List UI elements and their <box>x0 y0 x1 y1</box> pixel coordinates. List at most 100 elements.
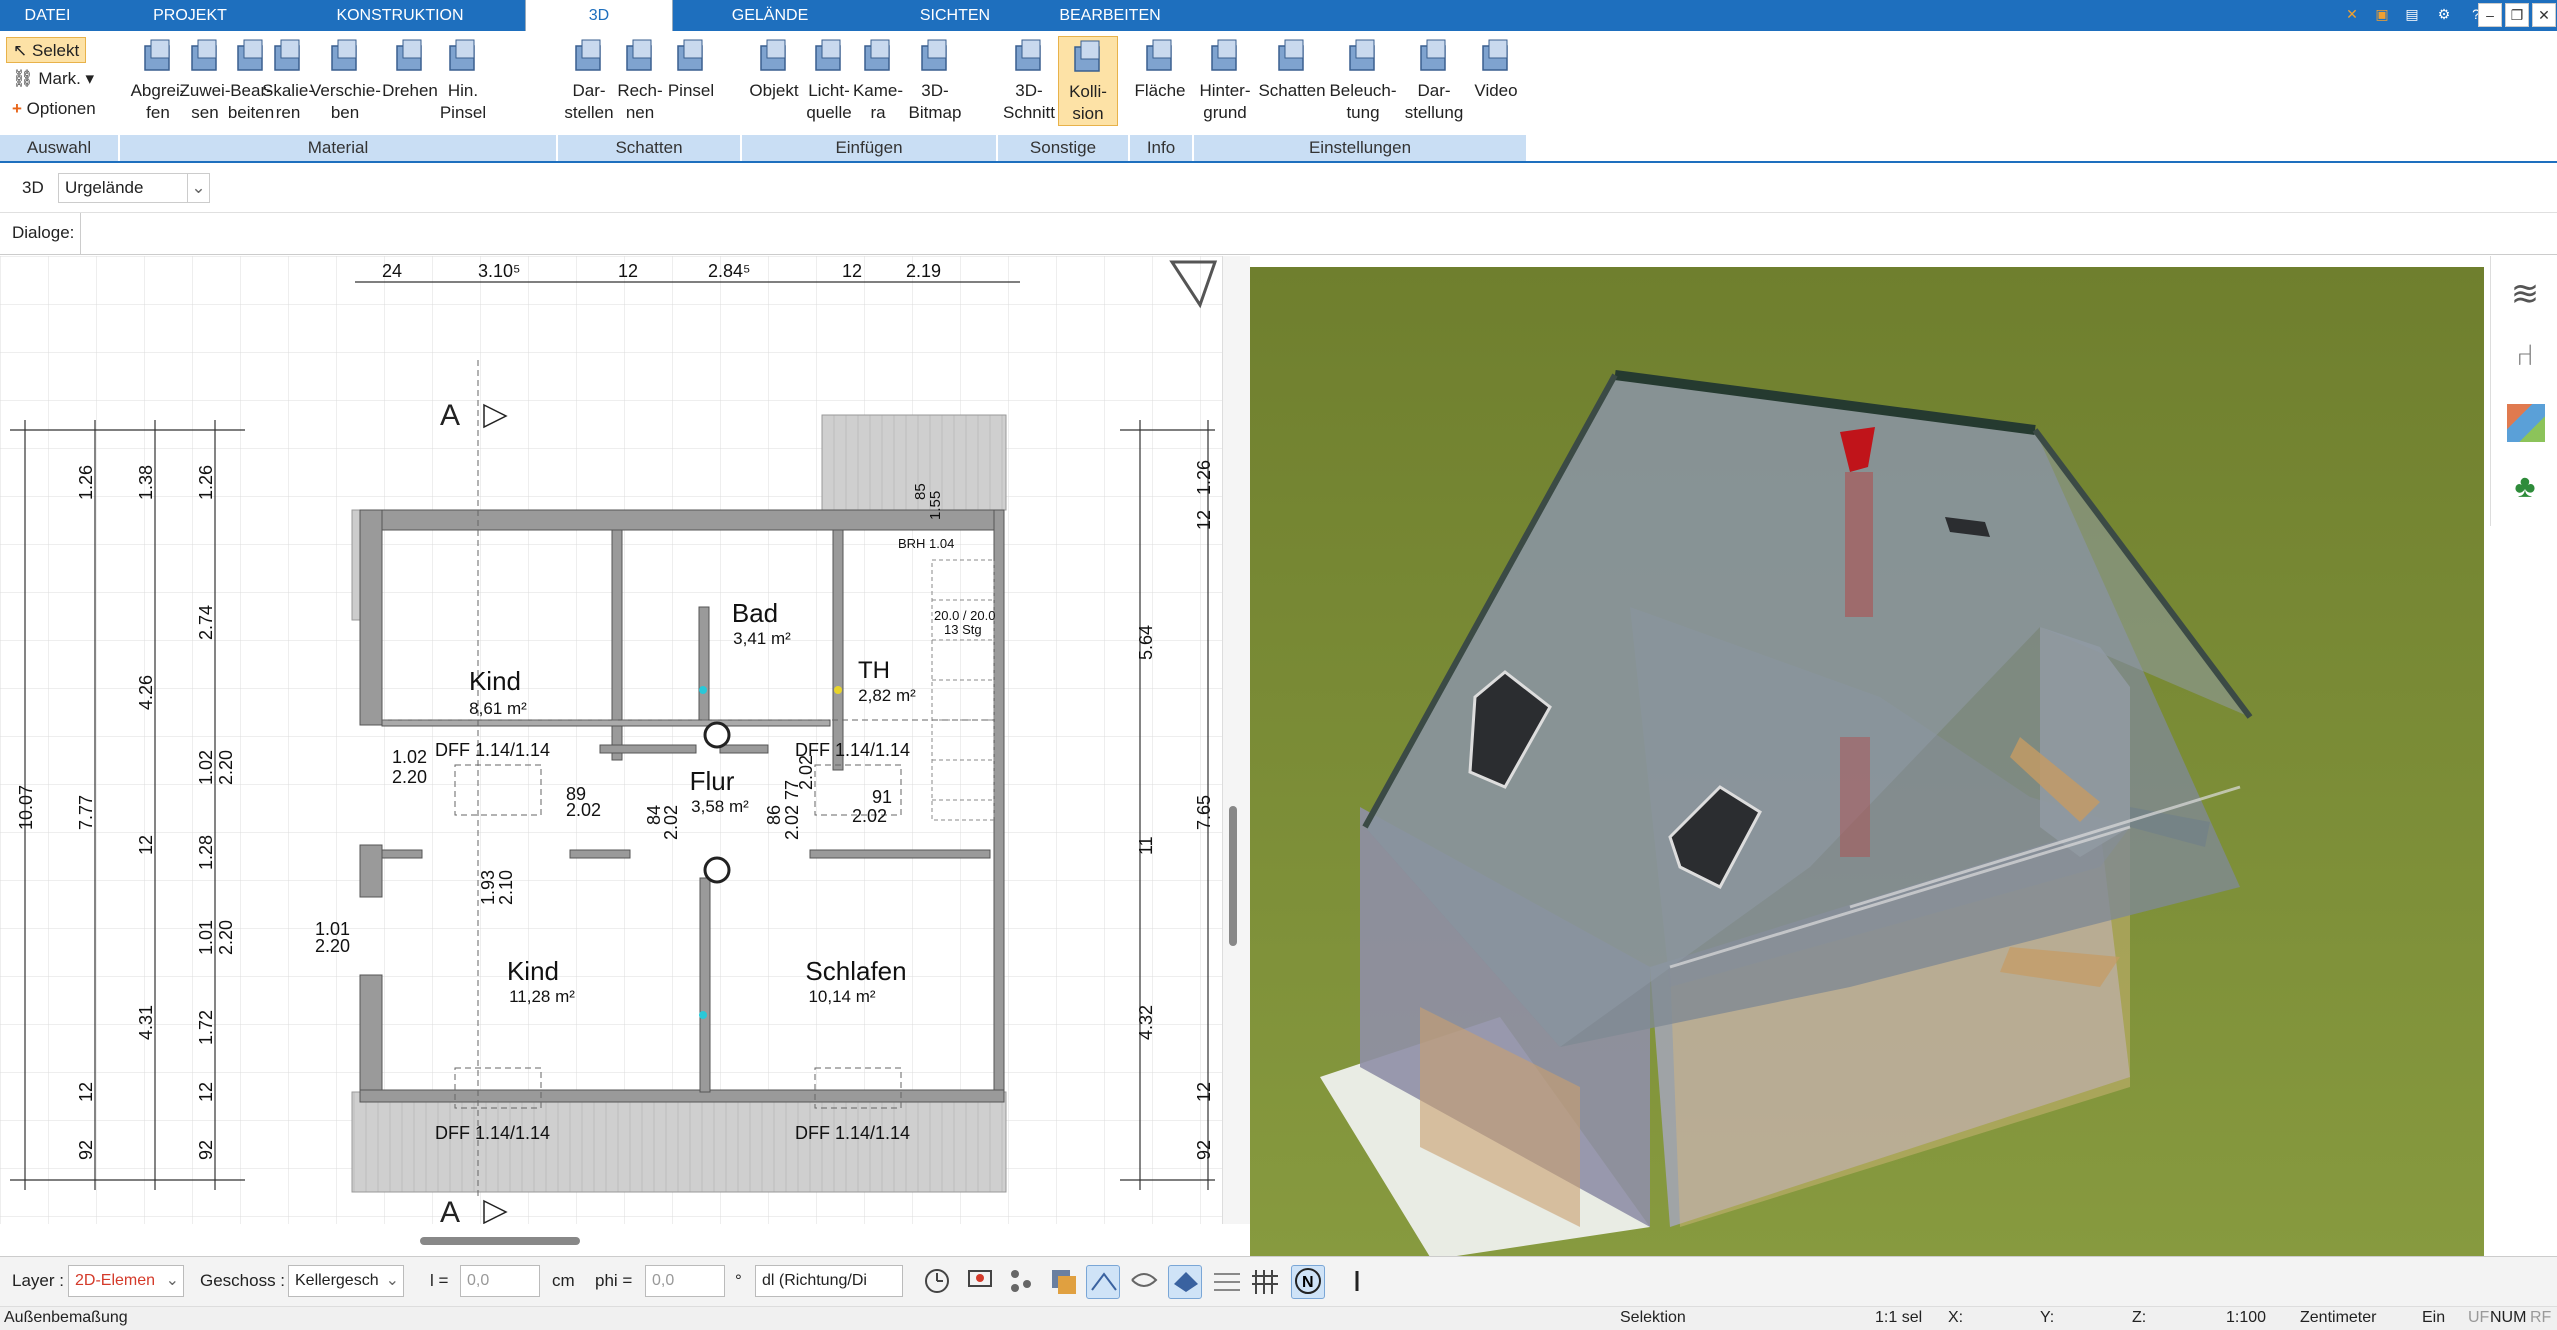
ribbon-button-label: ra <box>870 103 886 122</box>
ribbon-button-8[interactable]: Rech-nen <box>614 36 666 124</box>
tab-gelaende[interactable]: GELÄNDE <box>700 0 840 31</box>
ribbon-button-label: Schnitt <box>1003 103 1055 122</box>
select-tool-button[interactable]: ↖ Selekt <box>6 37 87 63</box>
ribbon-button-13[interactable]: 3D- Bitmap <box>905 36 965 124</box>
dim-label: 4.26 <box>136 675 156 710</box>
tab-projekt[interactable]: PROJEKT <box>120 0 260 31</box>
dim-label: 12 <box>1194 510 1214 530</box>
window-label: DFF 1.14/1.14 <box>795 1123 910 1143</box>
tab-konstruktion[interactable]: KONSTRUKTION <box>310 0 490 31</box>
ribbon-button-label: 3D- <box>921 81 949 100</box>
ribbon-button-19[interactable]: Beleuch-tung <box>1324 36 1402 124</box>
dim-label: 1.38 <box>136 465 156 500</box>
tools-icon[interactable]: ✕ <box>2340 3 2364 27</box>
ribbon-button-label: sion <box>1072 104 1104 123</box>
plan-vertical-scrollbar[interactable] <box>1222 256 1250 1224</box>
menu-bar: DATEI PROJEKT KONSTRUKTION 3D GELÄNDE SI… <box>0 0 2557 31</box>
options-button[interactable]: + Optionen <box>6 96 102 122</box>
group-material: Material <box>120 135 556 161</box>
svg-text:2.02: 2.02 <box>852 806 887 826</box>
room-name: Bad <box>732 598 778 628</box>
minimize-button[interactable]: – <box>2478 3 2502 27</box>
status-unit: Zentimeter <box>2300 1309 2377 1326</box>
shadow-brush-icon <box>668 36 714 78</box>
ribbon-button-7[interactable]: Dar-stellen <box>560 36 618 124</box>
tab-datei[interactable]: DATEI <box>0 0 95 31</box>
room-area: 3,41 m² <box>733 629 791 648</box>
room-name: Flur <box>690 766 735 796</box>
chair-icon[interactable]: ⑁ <box>2505 336 2545 376</box>
window-icon[interactable]: ▣ <box>2370 3 2394 27</box>
ribbon-button-17[interactable]: Hinter-grund <box>1194 36 1256 124</box>
ribbon-button-label: Hinter- <box>1199 81 1251 100</box>
scrollbar-thumb[interactable] <box>420 1237 580 1245</box>
group-info: Info <box>1130 135 1192 161</box>
ribbon-button-5[interactable]: Drehen <box>380 36 440 102</box>
dim-label: 1.02 <box>196 750 216 785</box>
ribbon-button-3[interactable]: Skalie-ren <box>258 36 318 124</box>
status-bar: Außenbemaßung Selektion 1:1 sel X: Y: Z:… <box>0 1306 2557 1330</box>
ribbon-button-label: Pinsel <box>439 103 487 122</box>
shadow-display-icon <box>566 36 612 78</box>
section-marker: A <box>440 1196 460 1224</box>
ribbon-button-label: Bitmap <box>908 103 962 122</box>
status-uf: UF <box>2468 1309 2490 1326</box>
mark-tool-button[interactable]: ⛓ Mark. ▾ <box>6 66 100 92</box>
ribbon-button-label: Schatten <box>1258 81 1326 100</box>
dialoge-label: Dialoge: <box>12 223 75 242</box>
dim-label: 2.84⁵ <box>708 261 751 281</box>
settings-icon[interactable]: ⚙ <box>2432 3 2456 27</box>
cursor-icon: ↖ <box>13 41 28 60</box>
window-label: DFF 1.14/1.14 <box>435 1123 550 1143</box>
ribbon-button-label: tung <box>1346 103 1380 122</box>
materials-icon[interactable] <box>2507 404 2545 442</box>
ribbon-button-15[interactable]: Kolli-sion <box>1058 36 1118 126</box>
light-bulb-icon <box>806 36 852 78</box>
section-marker: A <box>440 399 460 432</box>
room-area: 3,58 m² <box>691 797 749 816</box>
tab-sichten[interactable]: SICHTEN <box>890 0 1020 31</box>
terrain-select[interactable]: Urgelände ⌄ <box>58 173 210 203</box>
ribbon-button-14[interactable]: 3D- Schnitt <box>1002 36 1056 124</box>
close-button[interactable]: ✕ <box>2532 3 2556 27</box>
ribbon-button-18[interactable]: Schatten <box>1256 36 1328 102</box>
ribbon-button-12[interactable]: Kame-ra <box>850 36 906 124</box>
dim-label: 1.26 <box>1194 460 1214 495</box>
dim-label: 4.32 <box>1136 1005 1156 1040</box>
ribbon-button-label: stellen <box>564 103 614 122</box>
status-hint: Außenbemaßung <box>4 1309 128 1326</box>
ribbon-button-10[interactable]: Objekt <box>744 36 804 102</box>
shadow-house-icon <box>1269 36 1315 78</box>
ribbon-button-4[interactable]: Verschie-ben <box>310 36 381 124</box>
tree-icon <box>912 36 958 78</box>
print-icon[interactable]: ▤ <box>2400 3 2424 27</box>
dim-label: 2.20 <box>216 920 236 955</box>
room-area: 11,28 m² <box>509 987 575 1006</box>
ribbon-button-9[interactable]: Pinsel <box>662 36 720 102</box>
dim-label: 10.07 <box>16 785 36 830</box>
tree-icon[interactable]: ♣ <box>2505 466 2545 506</box>
layers-icon[interactable]: ≋ <box>2505 274 2545 314</box>
ribbon-button-20[interactable]: Dar-stellung <box>1400 36 1468 124</box>
room-area: 10,14 m² <box>808 987 875 1006</box>
ribbon-button-label: Pinsel <box>667 81 715 100</box>
3d-view[interactable] <box>1250 267 2484 1257</box>
dim-label: 92 <box>76 1140 96 1160</box>
scrollbar-thumb[interactable] <box>1229 806 1237 946</box>
ribbon-button-16[interactable]: Fläche <box>1130 36 1190 102</box>
maximize-button[interactable]: ❐ <box>2505 3 2529 27</box>
dim-label: 1.26 <box>196 465 216 500</box>
status-num: NUM <box>2490 1309 2527 1326</box>
plan-horizontal-scrollbar[interactable] <box>0 1224 1222 1256</box>
ribbon-button-21[interactable]: Video <box>1466 36 1526 102</box>
floor-plan-view[interactable]: A A 24 3.10⁵ 12 2.84⁵ 12 2.19 1.26 1.38 … <box>0 256 1222 1224</box>
dim-label: 2.74 <box>196 605 216 640</box>
svg-text:86: 86 <box>764 805 784 825</box>
tab-3d[interactable]: 3D <box>525 0 673 31</box>
tab-bearbeiten[interactable]: BEARBEITEN <box>1040 0 1180 31</box>
chimney <box>703 856 731 884</box>
ribbon-button-6[interactable]: Hin. Pinsel <box>434 36 492 124</box>
room-name: TH <box>858 657 890 684</box>
chevron-down-icon: ⌄ <box>187 174 209 202</box>
bottombar-icons: N <box>925 1268 1359 1294</box>
